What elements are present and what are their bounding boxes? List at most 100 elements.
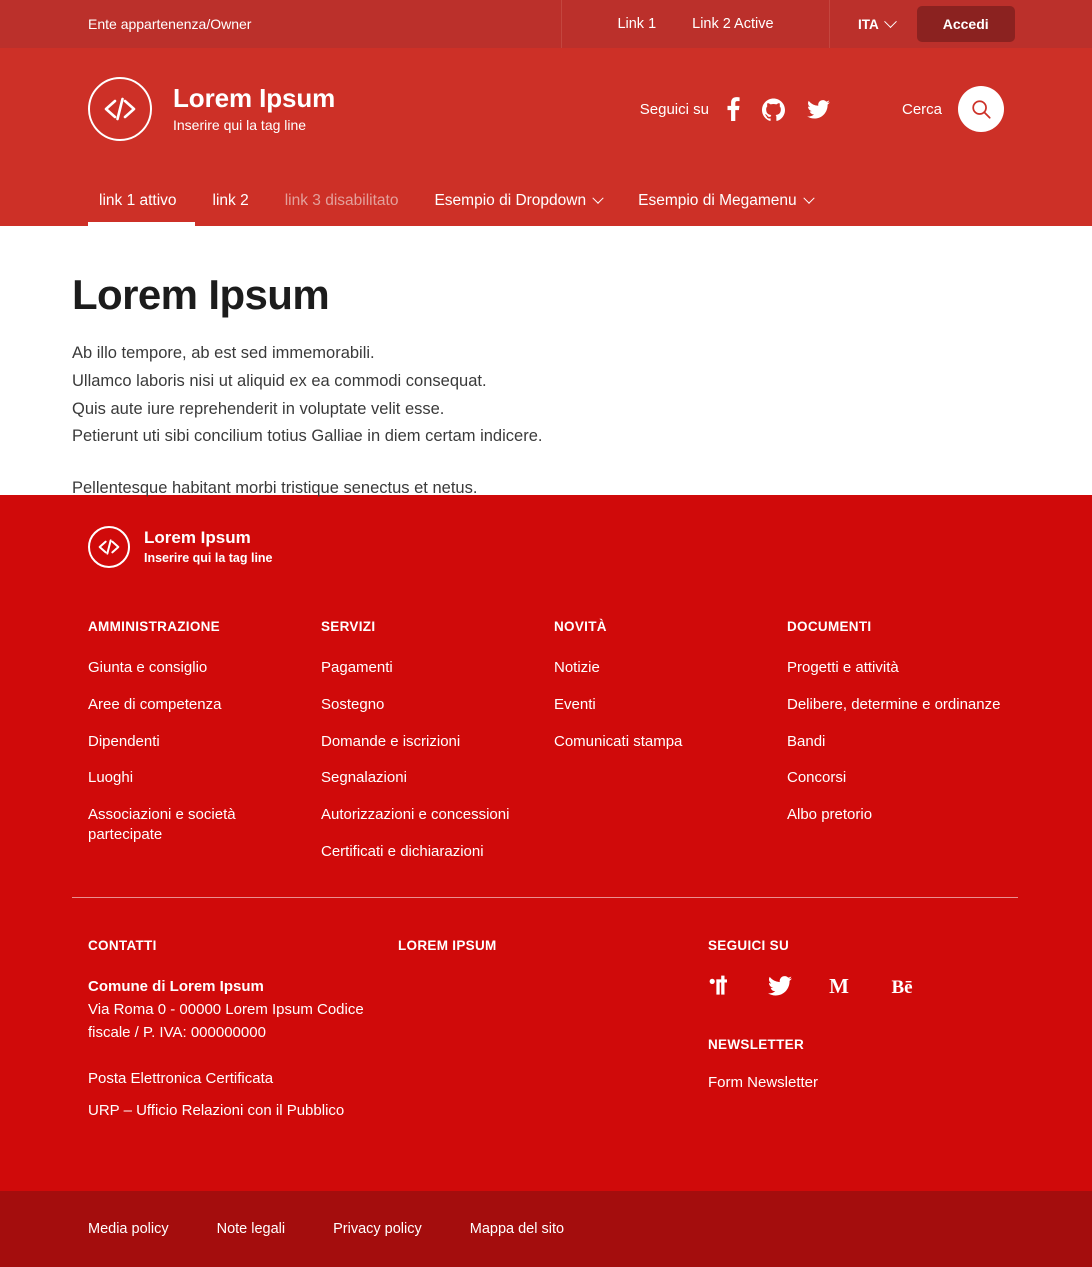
language-label: ITA	[858, 16, 879, 32]
behance-icon[interactable]: Bē	[886, 976, 918, 996]
language-selector[interactable]: ITA	[858, 14, 897, 32]
top-bar: Ente appartenenza/Owner Link 1 Link 2 Ac…	[0, 0, 1092, 48]
nav-label: Esempio di Dropdown	[434, 192, 587, 209]
medium-icon[interactable]: M	[826, 976, 852, 996]
it-icon[interactable]	[708, 975, 734, 997]
search-button[interactable]	[958, 86, 1004, 132]
nav-item-link-1-attivo[interactable]: link 1 attivo	[88, 192, 195, 226]
footer-link[interactable]: Bandi	[787, 732, 1000, 752]
follow-label: Seguici su	[639, 100, 709, 118]
intro-line: Ullamco laboris nisi ut aliquid ex ea co…	[72, 371, 487, 390]
search-icon	[972, 100, 991, 119]
footer-column-heading: DOCUMENTI	[787, 619, 872, 634]
newsletter-heading: NEWSLETTER	[708, 1036, 804, 1052]
footer-link[interactable]: Domande e iscrizioni	[321, 732, 554, 752]
nav-label: Esempio di Megamenu	[638, 192, 797, 209]
media-policy-link[interactable]: Media policy	[88, 1221, 169, 1237]
footer-link[interactable]: Notizie	[554, 658, 787, 678]
footer-link-columns: AMMINISTRAZIONE Giunta e consiglio Aree …	[88, 568, 1004, 879]
mappa-del-sito-link[interactable]: Mappa del sito	[470, 1221, 564, 1237]
footer-link[interactable]: Concorsi	[787, 768, 1000, 788]
footer-column-heading: SERVIZI	[321, 619, 376, 634]
privacy-policy-link[interactable]: Privacy policy	[333, 1221, 422, 1237]
footer-column-servizi: SERVIZI Pagamenti Sostegno Domande e isc…	[321, 619, 554, 879]
chevron-down-icon	[592, 192, 604, 204]
code-logo-icon	[88, 77, 152, 141]
bottom-bar: Media policy Note legali Privacy policy …	[0, 1191, 1092, 1267]
footer-link[interactable]: Autorizzazioni e concessioni	[321, 805, 554, 825]
footer-lower: CONTATTI Comune di Lorem Ipsum Via Roma …	[88, 898, 1004, 1191]
owner-label: Ente appartenenza/Owner	[0, 0, 562, 48]
nav-item-megamenu[interactable]: Esempio di Megamenu	[620, 192, 831, 226]
footer-link[interactable]: Albo pretorio	[787, 805, 1000, 825]
brand-link[interactable]: Lorem Ipsum Inserire qui la tag line	[88, 77, 335, 141]
top-link-1[interactable]: Link 1	[617, 16, 656, 32]
header-main-row: Lorem Ipsum Inserire qui la tag line Seg…	[0, 48, 1092, 170]
footer-link[interactable]: Aree di competenza	[88, 695, 321, 715]
site-footer: Lorem Ipsum Inserire qui la tag line AMM…	[0, 495, 1092, 1192]
main-content: Lorem Ipsum Ab illo tempore, ab est sed …	[0, 226, 1092, 497]
footer-link[interactable]: Luoghi	[88, 768, 321, 788]
footer-link[interactable]: Pagamenti	[321, 658, 554, 678]
twitter-icon[interactable]	[768, 975, 792, 996]
newsletter-link[interactable]: Form Newsletter	[708, 1074, 818, 1091]
footer-column-heading: NOVITÀ	[554, 619, 607, 634]
github-icon[interactable]	[761, 97, 785, 121]
top-bar-right: ITA Accedi	[830, 0, 1092, 48]
footer-link[interactable]: Certificati e dichiarazioni	[321, 842, 554, 862]
nav-label: link 1 attivo	[99, 192, 177, 209]
site-header: Lorem Ipsum Inserire qui la tag line Seg…	[0, 48, 1092, 226]
footer-column-documenti: DOCUMENTI Progetti e attività Delibere, …	[787, 619, 1000, 879]
footer-link[interactable]: Sostegno	[321, 695, 554, 715]
org-name: Comune di Lorem Ipsum	[88, 977, 264, 995]
brand-tagline: Inserire qui la tag line	[173, 116, 307, 133]
header-social-links	[727, 97, 830, 121]
svg-text:Bē: Bē	[891, 977, 912, 996]
footer-link[interactable]: Dipendenti	[88, 732, 321, 752]
svg-text:M: M	[829, 976, 849, 996]
login-button[interactable]: Accedi	[916, 6, 1015, 42]
brand-title: Lorem Ipsum	[173, 82, 336, 113]
twitter-icon[interactable]	[807, 99, 830, 119]
nav-item-dropdown[interactable]: Esempio di Dropdown	[416, 192, 620, 226]
chevron-down-icon	[802, 192, 815, 204]
footer-brand-tagline: Inserire qui la tag line	[144, 550, 273, 565]
footer-column-amministrazione: AMMINISTRAZIONE Giunta e consiglio Aree …	[88, 619, 321, 879]
chevron-down-icon	[883, 14, 897, 28]
footer-link[interactable]: Progetti e attività	[787, 658, 1000, 678]
note-legali-link[interactable]: Note legali	[217, 1221, 286, 1237]
footer-brand-link[interactable]: Lorem Ipsum Inserire qui la tag line	[88, 495, 1004, 568]
intro-text: Ab illo tempore, ab est sed immemorabili…	[72, 340, 1004, 503]
page-title: Lorem Ipsum	[72, 271, 330, 318]
footer-link[interactable]: Giunta e consiglio	[88, 658, 321, 678]
footer-link[interactable]: Eventi	[554, 695, 787, 715]
intro-line: Petierunt uti sibi concilium totius Gall…	[72, 427, 543, 446]
footer-lorem-column: LOREM IPSUM	[398, 938, 708, 1131]
code-logo-icon	[88, 526, 130, 568]
footer-link[interactable]: Delibere, determine e ordinanze	[787, 695, 1000, 715]
seguici-heading: SEGUICI SU	[708, 937, 790, 953]
header-right: Seguici su Cerca	[640, 86, 1004, 132]
search-label: Cerca	[901, 100, 942, 118]
footer-link[interactable]: Associazioni e società partecipate	[88, 805, 248, 845]
nav-label: link 3 disabilitato	[284, 192, 399, 209]
urp-link[interactable]: URP – Ufficio Relazioni con il Pubblico	[88, 1099, 398, 1122]
nav-item-link-2[interactable]: link 2	[195, 192, 267, 226]
facebook-icon[interactable]	[727, 97, 740, 121]
pec-link[interactable]: Posta Elettronica Certificata	[88, 1067, 398, 1090]
main-navigation: link 1 attivo link 2 link 3 disabilitato…	[0, 170, 1092, 226]
footer-contatti: CONTATTI Comune di Lorem Ipsum Via Roma …	[88, 938, 398, 1131]
footer-seguici-column: SEGUICI SU M Bē NEWSLETTER Form Newslett…	[708, 938, 1004, 1131]
contatti-links: Posta Elettronica Certificata URP – Uffi…	[88, 1067, 398, 1123]
footer-column-heading: AMMINISTRAZIONE	[88, 619, 220, 634]
lorem-heading: LOREM IPSUM	[398, 937, 497, 953]
footer-link[interactable]: Comunicati stampa	[554, 732, 787, 752]
brand-text: Lorem Ipsum Inserire qui la tag line	[173, 82, 336, 134]
footer-social-links: M Bē	[708, 975, 1004, 997]
org-address: Via Roma 0 - 00000 Lorem Ipsum Codice fi…	[88, 1001, 364, 1042]
intro-line: Ab illo tempore, ab est sed immemorabili…	[72, 344, 375, 363]
footer-column-novita: NOVITÀ Notizie Eventi Comunicati stampa	[554, 619, 787, 879]
footer-link[interactable]: Segnalazioni	[321, 768, 554, 788]
top-link-2[interactable]: Link 2 Active	[692, 16, 773, 32]
